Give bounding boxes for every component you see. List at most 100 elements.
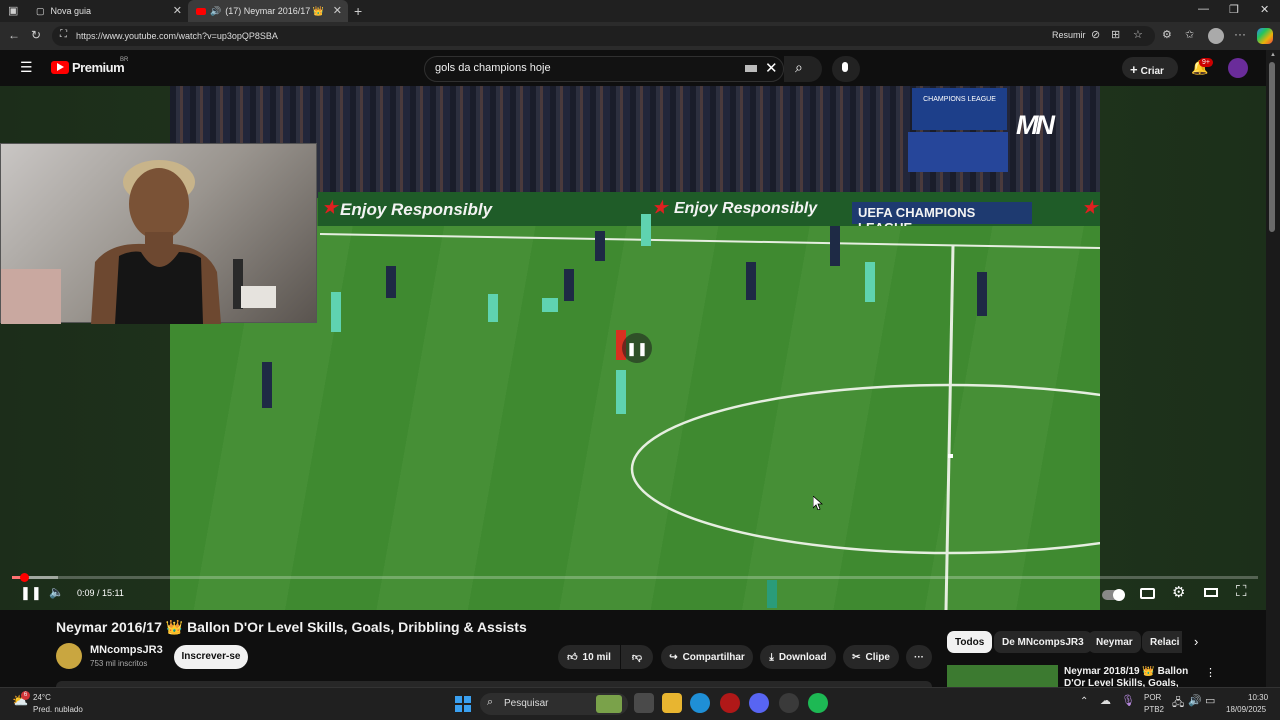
- create-button[interactable]: + Criar: [1122, 57, 1178, 79]
- tab-youtube[interactable]: 🔊 (17) Neymar 2016/17 👑 Ba ✕: [188, 0, 348, 22]
- channel-avatar[interactable]: [56, 643, 82, 669]
- chevron-right-icon[interactable]: ›: [1194, 634, 1198, 649]
- copilot-icon[interactable]: [1257, 28, 1273, 44]
- refresh-icon[interactable]: ↻: [31, 28, 41, 42]
- search-highlight-icon: [596, 695, 622, 713]
- clear-search-icon[interactable]: ✕: [765, 59, 778, 77]
- recommendation-title[interactable]: Neymar 2018/19 👑 Ballon D'Or Level Skill…: [1064, 666, 1204, 688]
- download-label: Download: [778, 651, 827, 663]
- recommendation-thumbnail[interactable]: [947, 665, 1058, 687]
- share-button[interactable]: ↪ Compartilhar: [661, 645, 753, 669]
- network-icon[interactable]: 🖧: [1172, 694, 1184, 713]
- tab-label: Nova guia: [50, 6, 92, 16]
- extensions-icon[interactable]: ⚙: [1162, 28, 1172, 41]
- window-menu-icon[interactable]: ▣: [8, 4, 18, 17]
- account-avatar[interactable]: [1228, 58, 1248, 78]
- tray-chevron-icon[interactable]: ⌃: [1080, 696, 1088, 707]
- profile-avatar[interactable]: [1208, 28, 1224, 44]
- weather-badge: 6: [21, 691, 30, 700]
- download-button[interactable]: ⤓ Download: [760, 645, 836, 669]
- clip-button[interactable]: ✂ Clipe: [843, 645, 899, 669]
- weather-description[interactable]: Pred. nublado: [33, 705, 83, 714]
- fullscreen-icon[interactable]: ⛶: [1236, 583, 1247, 600]
- tray-app-icon[interactable]: ☁: [1100, 694, 1111, 707]
- scroll-up-icon[interactable]: ▲: [1270, 52, 1276, 58]
- minimize-icon[interactable]: —: [1198, 3, 1209, 15]
- tray-mic-icon[interactable]: 🎙: [1121, 694, 1135, 707]
- summarize-button[interactable]: Resumir: [1052, 30, 1086, 40]
- chip-related[interactable]: Relaci: [1142, 631, 1182, 653]
- copilot-summary-icon[interactable]: ⊘: [1091, 28, 1100, 41]
- taskbar-search-label: Pesquisar: [504, 698, 549, 709]
- back-arrow-icon[interactable]: ←: [8, 28, 20, 42]
- game-app-icon[interactable]: [720, 693, 740, 713]
- close-window-icon[interactable]: ✕: [1260, 3, 1269, 16]
- new-tab-page-icon: ▢: [36, 5, 45, 16]
- search-button[interactable]: ⌕: [784, 56, 822, 82]
- volume-icon[interactable]: 🔈: [49, 585, 64, 599]
- search-value: gols da champions hoje: [435, 62, 551, 74]
- chip-all[interactable]: Todos: [947, 631, 993, 653]
- more-actions-button[interactable]: ···: [906, 645, 932, 669]
- close-icon[interactable]: ✕: [333, 4, 342, 17]
- pause-overlay-icon[interactable]: ❚❚: [622, 333, 652, 363]
- dislike-button[interactable]: 👎︎: [621, 645, 653, 669]
- clock-time[interactable]: 10:30: [1248, 693, 1268, 702]
- task-view-icon[interactable]: [634, 693, 654, 713]
- edge-browser-icon[interactable]: [690, 693, 710, 713]
- youtube-logo-icon[interactable]: [51, 61, 69, 74]
- windows-start-icon[interactable]: [455, 696, 471, 712]
- settings-gear-icon[interactable]: ⚙: [1172, 583, 1185, 601]
- theater-mode-icon[interactable]: [1204, 588, 1218, 597]
- chip-from-channel[interactable]: De MNcompsJR3: [994, 631, 1092, 653]
- close-icon[interactable]: ✕: [173, 4, 182, 17]
- search-input[interactable]: gols da champions hoje ✕: [424, 56, 784, 82]
- new-tab-plus-icon[interactable]: +: [354, 3, 362, 19]
- taskbar-search[interactable]: ⌕ Pesquisar: [480, 693, 628, 715]
- background-object: [1, 269, 61, 324]
- pause-icon[interactable]: ❚❚: [20, 585, 42, 601]
- speaker-icon[interactable]: 🔊: [210, 6, 221, 17]
- player: [977, 272, 987, 316]
- file-explorer-icon[interactable]: [662, 693, 682, 713]
- like-count: 10 mil: [582, 651, 611, 663]
- voice-search-button[interactable]: [832, 56, 860, 82]
- chip-neymar[interactable]: Neymar: [1088, 631, 1141, 653]
- tab-new-tab[interactable]: ▢ Nova guia ✕: [28, 0, 188, 22]
- language-indicator[interactable]: POR: [1144, 693, 1161, 702]
- discord-icon[interactable]: [749, 693, 769, 713]
- progress-bar[interactable]: [12, 573, 1258, 582]
- favorites-icon[interactable]: ✩: [1185, 28, 1194, 41]
- weather-temperature[interactable]: 24°C: [33, 693, 51, 702]
- hamburger-menu-icon[interactable]: ☰: [20, 59, 33, 76]
- battery-icon[interactable]: ▭: [1205, 694, 1215, 707]
- site-info-icon[interactable]: ⛶: [60, 29, 67, 40]
- spotify-icon[interactable]: [808, 693, 828, 713]
- player: [262, 362, 272, 408]
- thumbs-down-icon: 👎︎: [631, 652, 643, 663]
- channel-name[interactable]: MNcompsJR3: [90, 644, 163, 656]
- scrollbar-thumb[interactable]: [1269, 62, 1275, 232]
- restore-icon[interactable]: ❐: [1229, 3, 1239, 16]
- app-icon[interactable]: [779, 693, 799, 713]
- sound-icon[interactable]: 🔊: [1188, 694, 1202, 707]
- time-display: 0:09 / 15:11: [77, 588, 124, 598]
- keyboard-icon[interactable]: [745, 65, 757, 72]
- recommendation-menu-icon[interactable]: ⋮: [1205, 666, 1216, 679]
- subscribe-button[interactable]: Inscrever-se: [174, 645, 248, 669]
- like-button[interactable]: 👍︎ 10 mil: [558, 645, 620, 669]
- play-triangle-icon: [57, 63, 64, 71]
- keyboard-layout[interactable]: PTB2: [1144, 705, 1164, 714]
- logo-region: BR: [120, 57, 129, 63]
- url-field[interactable]: ⛶ https://www.youtube.com/watch?v=up3opQ…: [52, 26, 1155, 46]
- create-label: Criar: [1140, 66, 1164, 77]
- autoplay-toggle[interactable]: [1102, 589, 1125, 601]
- url-text: https://www.youtube.com/watch?v=up3opQP8…: [76, 31, 278, 41]
- apps-icon[interactable]: ⊞: [1111, 28, 1120, 41]
- more-icon: ···: [914, 651, 924, 663]
- favorite-star-icon[interactable]: ☆: [1133, 28, 1143, 41]
- more-menu-icon[interactable]: ···: [1234, 27, 1246, 41]
- clock-date[interactable]: 18/09/2025: [1226, 705, 1266, 714]
- subtitles-icon[interactable]: [1140, 588, 1155, 599]
- logo-text[interactable]: Premium: [72, 60, 125, 75]
